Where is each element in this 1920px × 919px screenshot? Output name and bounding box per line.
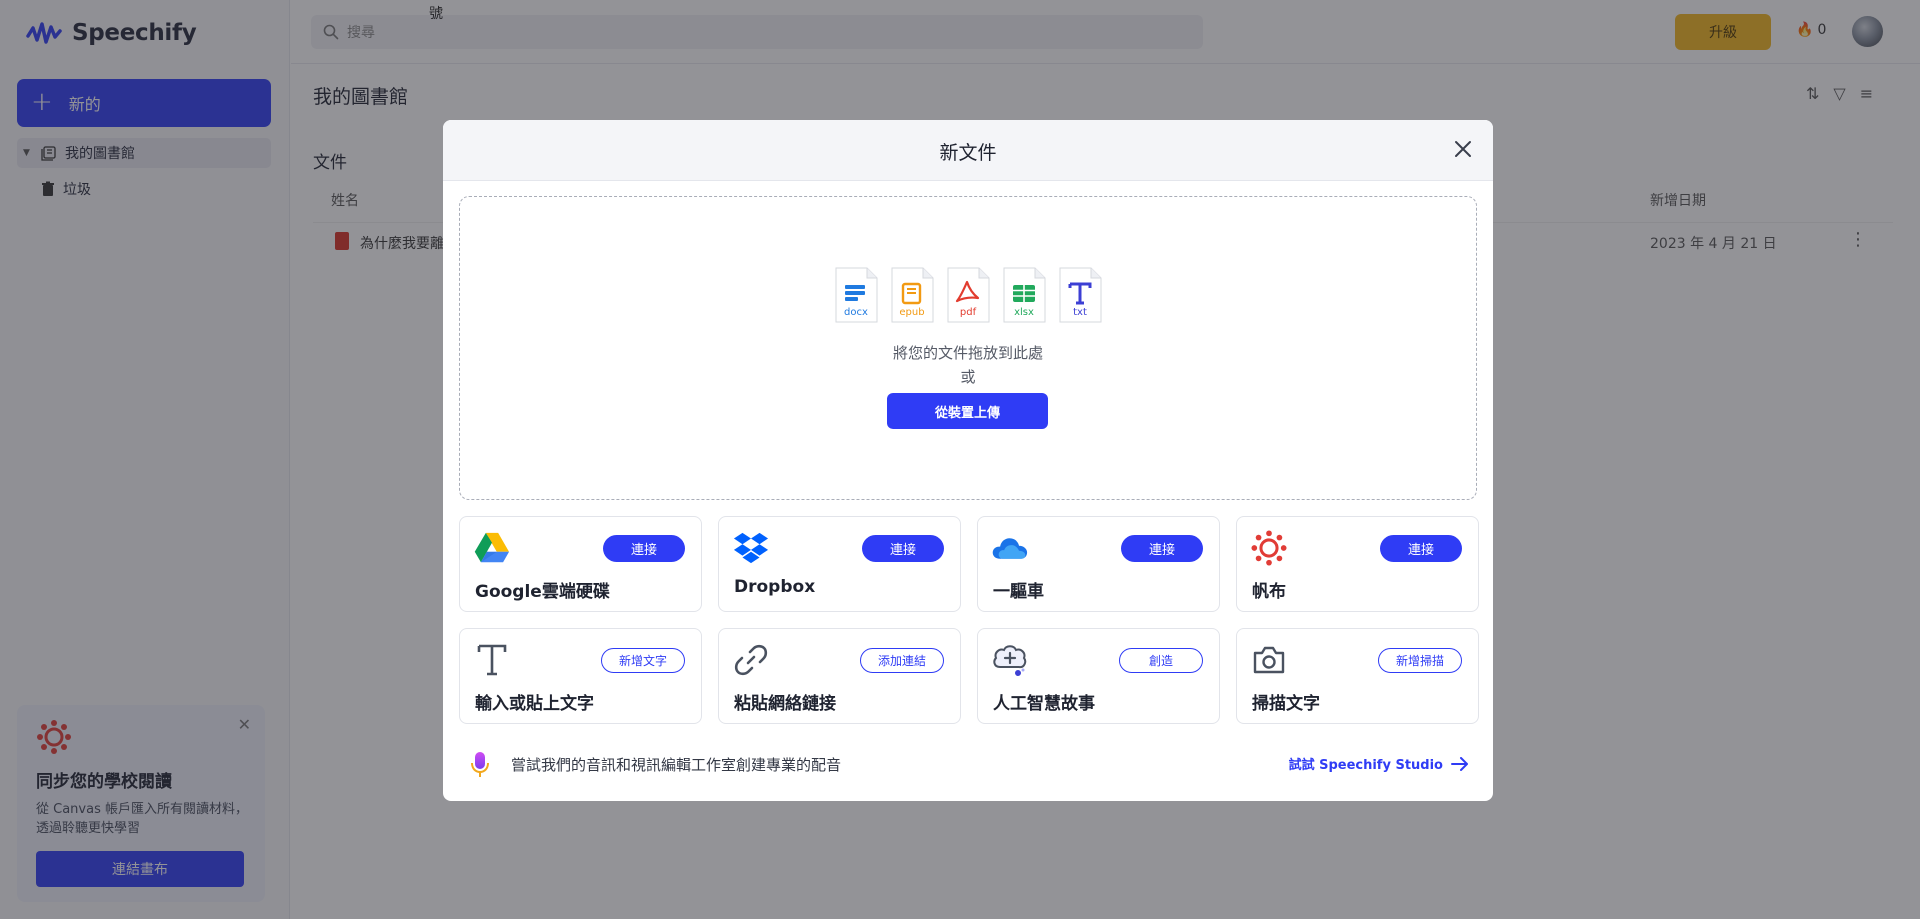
file-type-icons: docx epub pdf xlsx txt — [460, 267, 1476, 323]
try-studio-label: 試試 Speechify Studio — [1288, 758, 1443, 773]
paste-text-card[interactable]: 新增文字 輸入或貼上文字 — [459, 628, 702, 724]
or-separator: 或 — [960, 368, 976, 386]
add-link-button[interactable]: 添加連結 — [860, 648, 944, 673]
studio-promo-row: 嘗試我們的音訊和視訊編輯工作室創建專業的配音 試試 Speechify Stud… — [459, 745, 1477, 781]
docx-file-icon: docx — [835, 267, 878, 323]
google-drive-icon — [474, 530, 510, 566]
connect-button[interactable]: 連接 — [1121, 535, 1203, 562]
arrow-right-icon — [1451, 756, 1468, 771]
add-text-button[interactable]: 新增文字 — [601, 648, 685, 673]
studio-promo-text: 嘗試我們的音訊和視訊編輯工作室創建專業的配音 — [511, 756, 842, 774]
card-label: 粘貼網絡鏈接 — [734, 694, 836, 714]
paste-link-card[interactable]: 添加連結 粘貼網絡鏈接 — [718, 628, 961, 724]
connect-button[interactable]: 連接 — [603, 535, 685, 562]
drop-instructions: 將您的文件拖放到此處 — [892, 344, 1043, 362]
onedrive-icon — [992, 530, 1028, 566]
dropbox-card[interactable]: 連接 Dropbox — [718, 516, 961, 612]
card-label: 帆布 — [1252, 582, 1286, 602]
camera-icon — [1251, 642, 1287, 678]
close-button[interactable] — [1449, 135, 1477, 163]
ai-story-card[interactable]: 創造 人工智慧故事 — [977, 628, 1220, 724]
microphone-icon — [471, 752, 489, 777]
dropbox-icon — [733, 530, 769, 566]
file-type-label: docx — [844, 307, 868, 318]
file-dropzone[interactable]: docx epub pdf xlsx txt 將您的文件拖放到此處 或 從裝置上… — [459, 196, 1477, 500]
upload-from-device-button[interactable]: 從裝置上傳 — [887, 393, 1048, 429]
try-studio-link[interactable]: 試試 Speechify Studio — [1289, 754, 1469, 773]
file-type-label: pdf — [959, 307, 977, 318]
onedrive-card[interactable]: 連接 一驅車 — [977, 516, 1220, 612]
txt-file-icon: txt — [1059, 267, 1102, 323]
close-icon — [1455, 141, 1471, 157]
card-label: 人工智慧故事 — [993, 694, 1095, 714]
link-icon — [733, 642, 769, 678]
text-icon — [474, 642, 510, 678]
canvas-card[interactable]: 連接 帆布 — [1236, 516, 1479, 612]
create-button[interactable]: 創造 — [1119, 648, 1203, 673]
file-type-label: txt — [1073, 307, 1087, 318]
card-label: 一驅車 — [993, 582, 1044, 602]
xlsx-file-icon: xlsx — [1003, 267, 1046, 323]
ai-story-icon — [992, 642, 1028, 678]
file-type-label: xlsx — [1014, 307, 1034, 318]
connect-button[interactable]: 連接 — [862, 535, 944, 562]
card-label: Google雲端硬碟 — [475, 582, 610, 602]
new-document-modal: 新文件 docx epub pdf xlsx txt 將您的文件拖放到此處 或 … — [443, 120, 1493, 801]
connect-button[interactable]: 連接 — [1380, 535, 1462, 562]
modal-header: 新文件 — [443, 120, 1493, 181]
file-type-label: epub — [899, 307, 925, 318]
card-label: 掃描文字 — [1252, 694, 1320, 714]
google-drive-card[interactable]: 連接 Google雲端硬碟 — [459, 516, 702, 612]
add-scan-button[interactable]: 新增掃描 — [1378, 648, 1462, 673]
modal-title: 新文件 — [939, 142, 997, 164]
canvas-icon — [1251, 530, 1287, 566]
card-label: Dropbox — [734, 577, 816, 597]
epub-file-icon: epub — [891, 267, 934, 323]
scan-text-card[interactable]: 新增掃描 掃描文字 — [1236, 628, 1479, 724]
pdf-file-icon: pdf — [947, 267, 990, 323]
card-label: 輸入或貼上文字 — [475, 694, 594, 714]
